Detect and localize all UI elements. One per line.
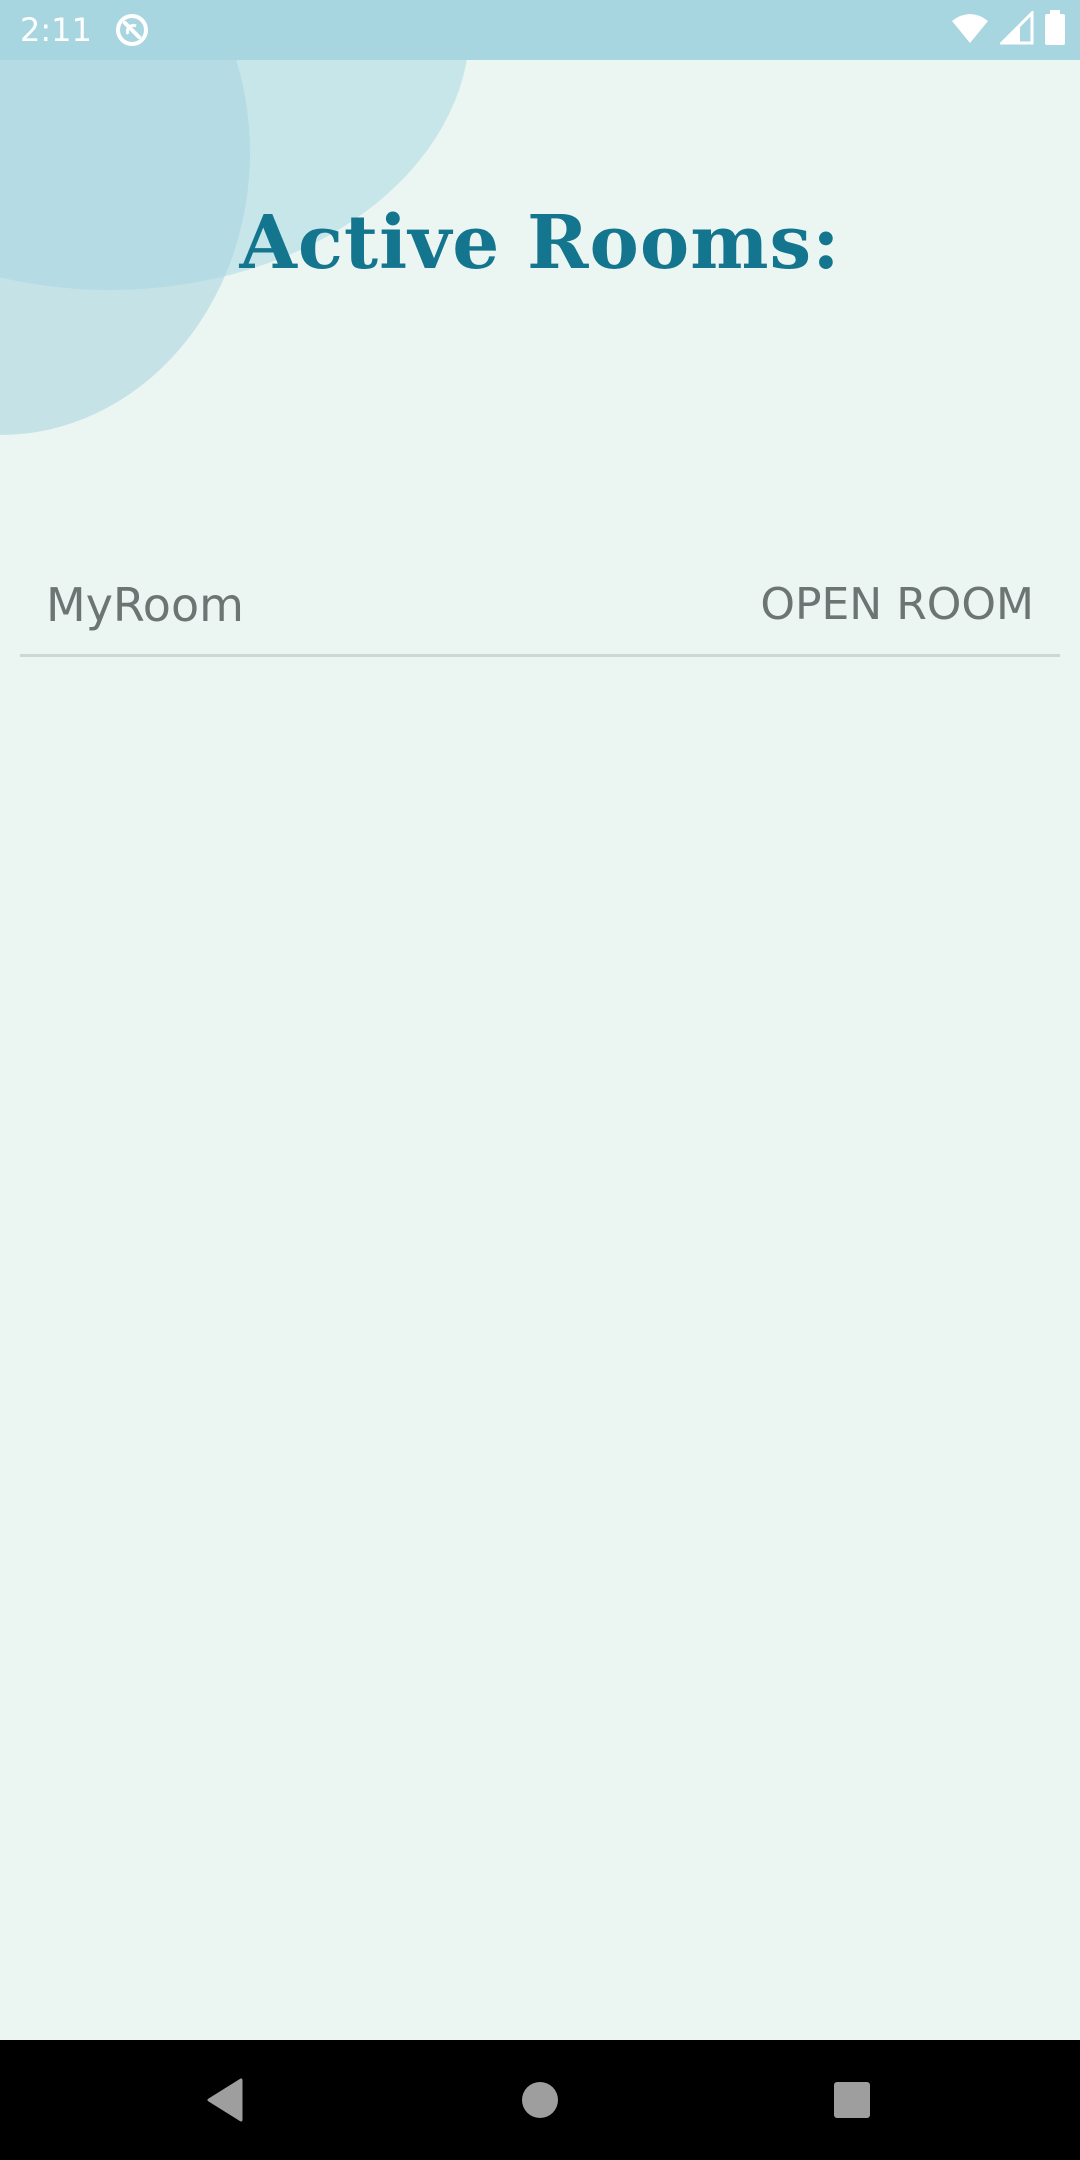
status-bar: 2:11 bbox=[0, 0, 1080, 60]
cell-signal-icon bbox=[998, 9, 1034, 49]
list-item: MyRoom OPEN ROOM bbox=[20, 560, 1060, 657]
screen: 2:11 Active Rooms: MyRoom OPEN ROOM bbox=[0, 0, 1080, 2160]
recents-icon[interactable] bbox=[822, 2070, 882, 2130]
home-icon[interactable] bbox=[510, 2070, 570, 2130]
page-title: Active Rooms: bbox=[239, 200, 841, 286]
status-icons bbox=[950, 9, 1066, 50]
open-room-button[interactable]: OPEN ROOM bbox=[760, 570, 1034, 640]
back-icon[interactable] bbox=[195, 2070, 255, 2130]
navigation-bar bbox=[0, 2040, 1080, 2160]
sync-icon bbox=[114, 12, 150, 48]
room-name: MyRoom bbox=[46, 578, 244, 632]
wifi-icon bbox=[950, 11, 990, 49]
battery-icon bbox=[1044, 10, 1066, 50]
status-time: 2:11 bbox=[20, 11, 92, 49]
